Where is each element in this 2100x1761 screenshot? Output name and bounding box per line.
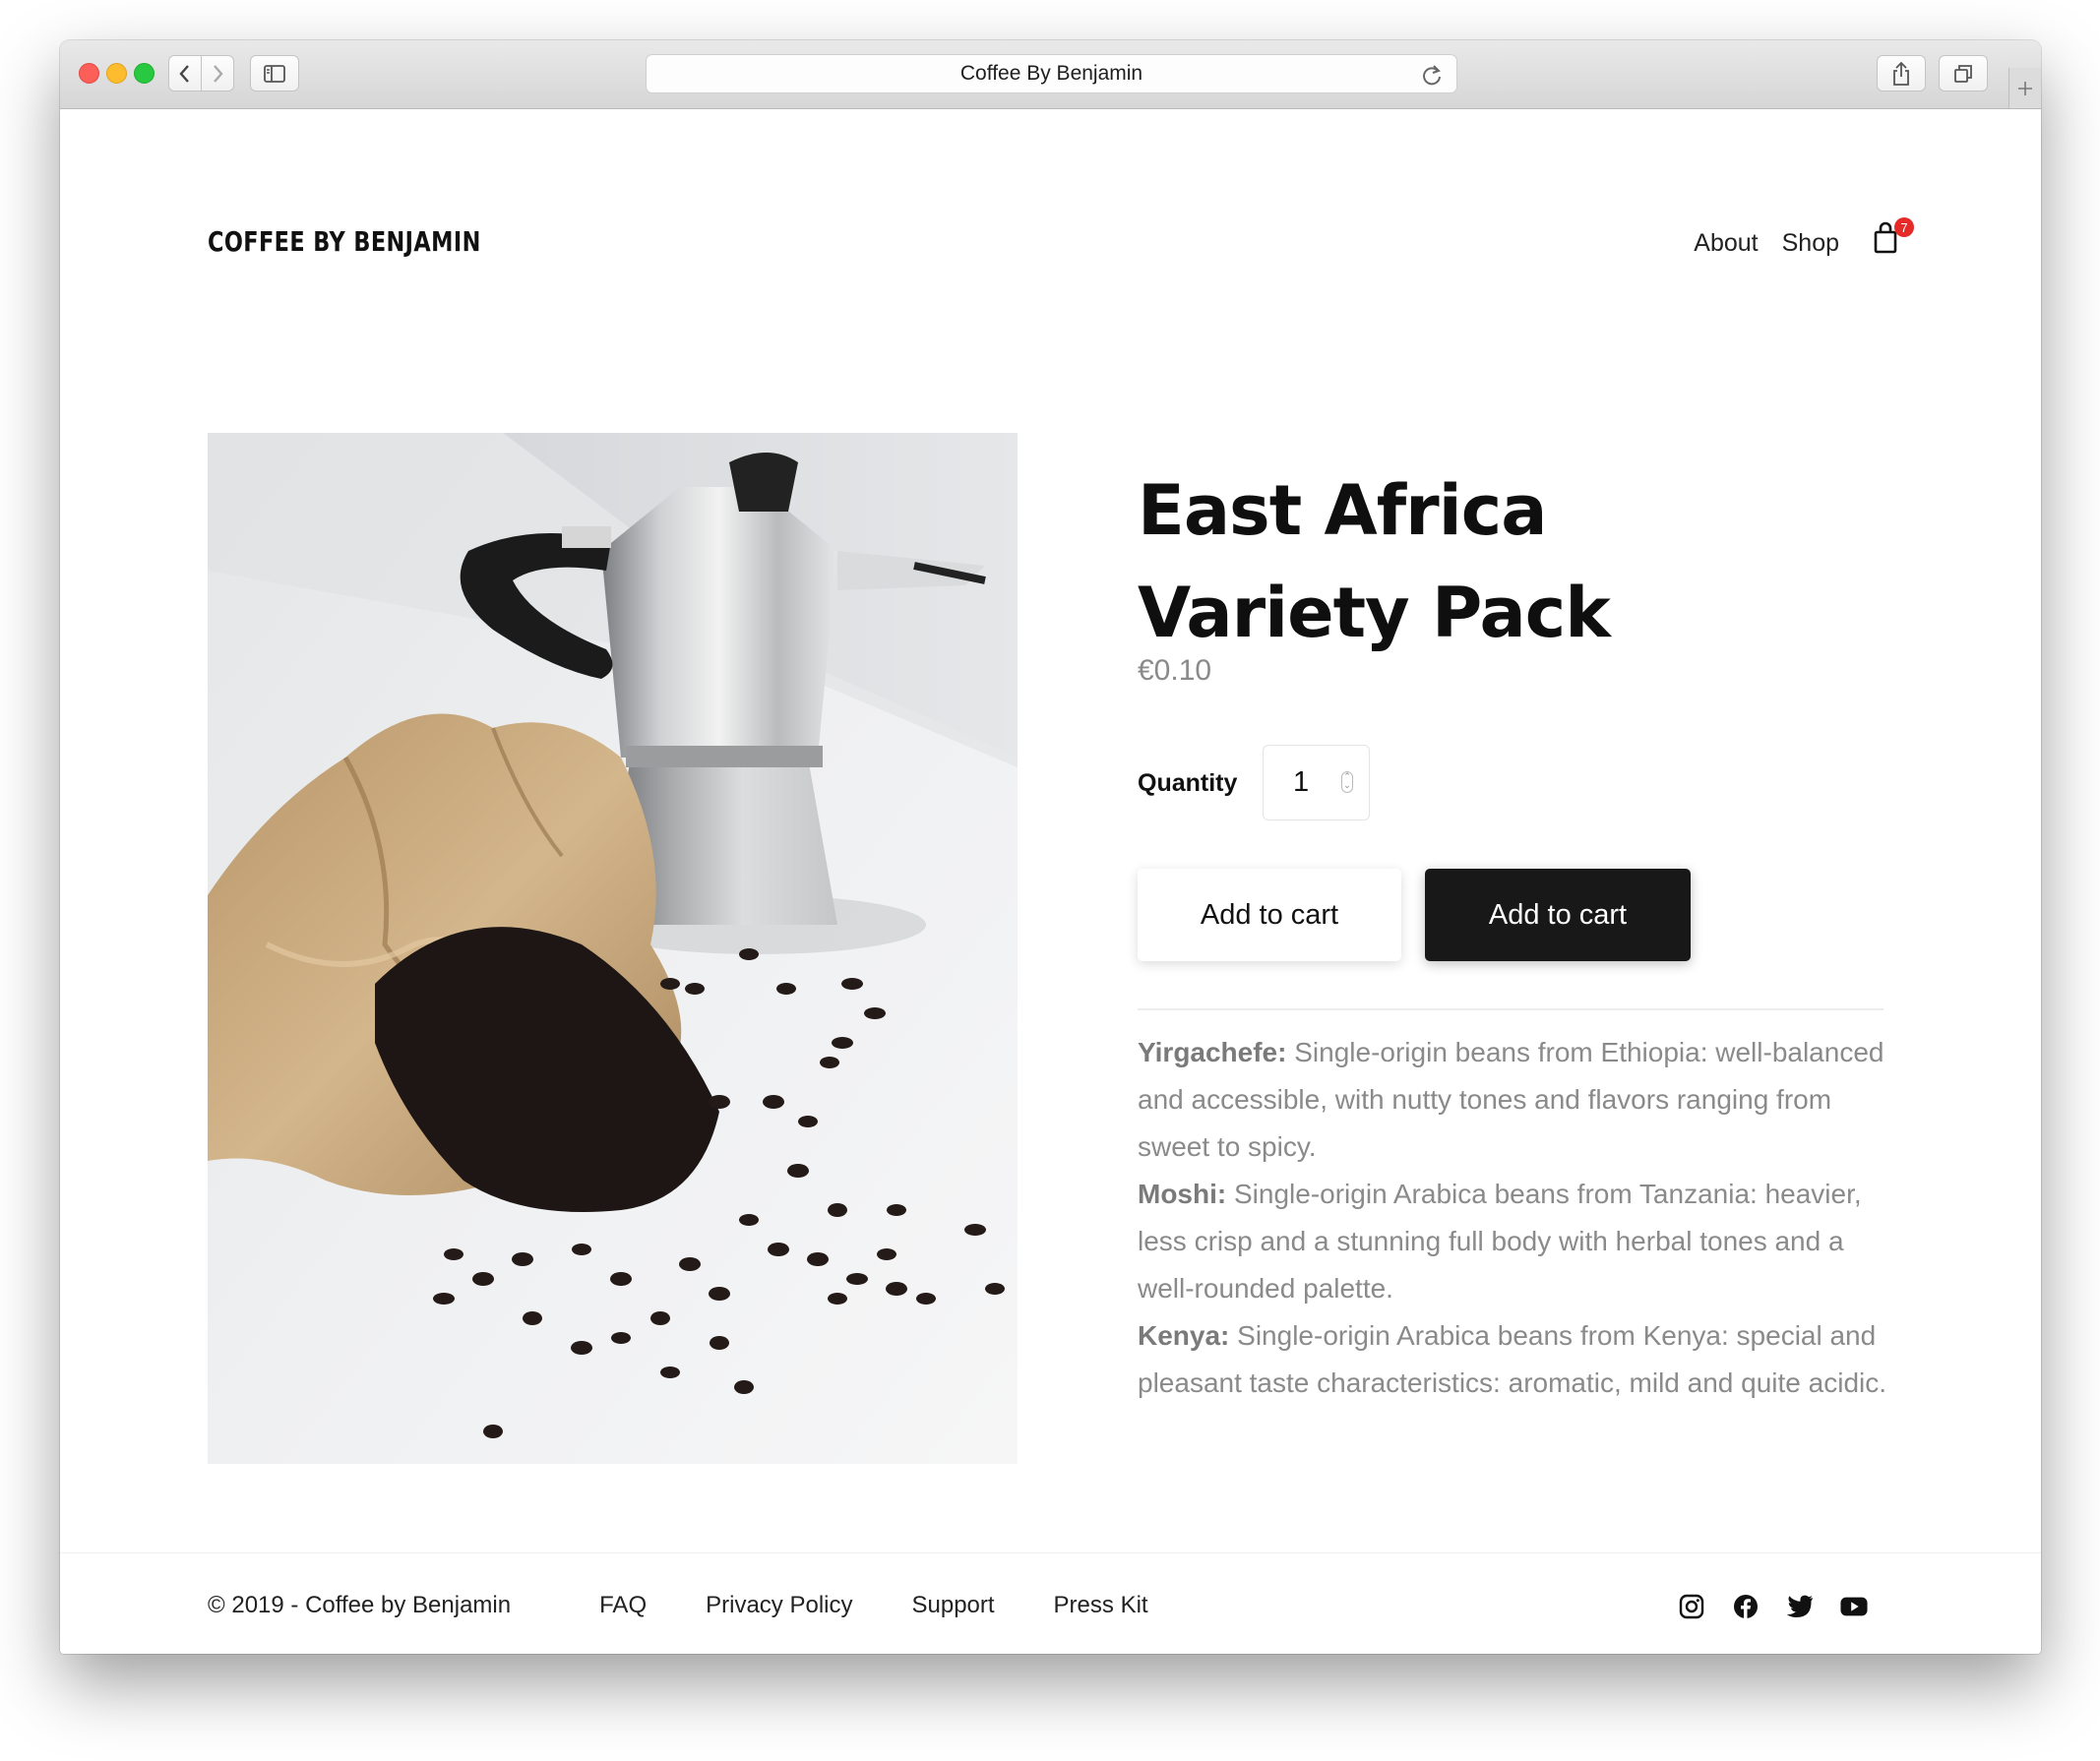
copyright-text: © 2019 - Coffee by Benjamin [208, 1592, 512, 1618]
cart-button[interactable]: 7 [1872, 217, 1914, 257]
description-item-text: Single-origin Arabica beans from Tanzani… [1138, 1179, 1862, 1304]
nav-shop-link[interactable]: Shop [1782, 229, 1839, 258]
instagram-icon[interactable] [1678, 1593, 1705, 1620]
site-logo[interactable]: COFFEE BY BENJAMIN [208, 225, 481, 258]
new-tab-button[interactable] [2008, 68, 2041, 108]
facebook-icon[interactable] [1732, 1593, 1760, 1620]
description-item: Kenya: Single-origin Arabica beans from … [1138, 1312, 1905, 1407]
description-item-name: Yirgachefe: [1138, 1037, 1287, 1067]
product-title: East Africa Variety Pack [1138, 470, 1611, 653]
sidebar-toggle-button[interactable] [250, 55, 299, 91]
browser-toolbar: Coffee By Benjamin [60, 40, 2041, 109]
add-to-cart-primary-button[interactable]: Add to cart [1425, 869, 1691, 961]
share-icon [1893, 61, 1909, 86]
tabs-icon [1954, 64, 1972, 83]
forward-button[interactable] [201, 55, 234, 91]
address-bar[interactable]: Coffee By Benjamin [646, 54, 1457, 93]
quantity-label: Quantity [1138, 769, 1238, 797]
description-item: Yirgachefe: Single-origin beans from Eth… [1138, 1029, 1905, 1171]
plus-icon [2018, 81, 2032, 95]
youtube-icon[interactable] [1840, 1593, 1868, 1620]
minimize-window-button[interactable] [106, 63, 127, 84]
quantity-value: 1 [1293, 766, 1310, 798]
reload-icon[interactable] [1421, 63, 1443, 92]
footer-divider [60, 1552, 2041, 1553]
product-price: €0.10 [1138, 654, 1212, 687]
add-to-cart-button[interactable]: Add to cart [1138, 869, 1401, 961]
footer-link-privacy-policy[interactable]: Privacy Policy [706, 1592, 852, 1619]
tabs-overview-button[interactable] [1939, 55, 1988, 91]
main-nav: About Shop [1694, 229, 1839, 258]
page: COFFEE BY BENJAMIN About Shop 7 East Afr… [60, 109, 2041, 1654]
description-item-text: Single-origin Arabica beans from Kenya: … [1138, 1320, 1887, 1398]
description-item-name: Kenya: [1138, 1320, 1230, 1351]
close-window-button[interactable] [79, 63, 99, 84]
sidebar-icon [264, 64, 285, 83]
chevron-left-icon [179, 64, 189, 83]
description-item: Moshi: Single-origin Arabica beans from … [1138, 1171, 1905, 1312]
product-image [208, 433, 1018, 1464]
footer-link-support[interactable]: Support [911, 1592, 994, 1619]
back-button[interactable] [168, 55, 202, 91]
zoom-window-button[interactable] [134, 63, 154, 84]
social-links [1678, 1593, 1868, 1620]
footer-link-faq[interactable]: FAQ [599, 1592, 647, 1619]
stepper-arrows-icon[interactable]: ⌃ ⌄ [1341, 771, 1353, 793]
quantity-stepper[interactable]: 1 ⌃ ⌄ [1263, 745, 1370, 820]
footer-link-press-kit[interactable]: Press Kit [1054, 1592, 1148, 1619]
twitter-icon[interactable] [1786, 1593, 1814, 1620]
description-item-name: Moshi: [1138, 1179, 1227, 1209]
share-button[interactable] [1877, 55, 1926, 91]
chevron-right-icon [214, 64, 223, 83]
browser-window: Coffee By Benjamin COFFEE BY BENJAMIN Ab… [60, 40, 2041, 1654]
product-description: Yirgachefe: Single-origin beans from Eth… [1138, 1029, 1905, 1407]
address-text: Coffee By Benjamin [959, 62, 1143, 85]
divider [1138, 1008, 1884, 1010]
cart-count-badge: 7 [1894, 217, 1914, 237]
nav-about-link[interactable]: About [1694, 229, 1758, 258]
footer: © 2019 - Coffee by Benjamin FAQ Privacy … [208, 1592, 1207, 1619]
